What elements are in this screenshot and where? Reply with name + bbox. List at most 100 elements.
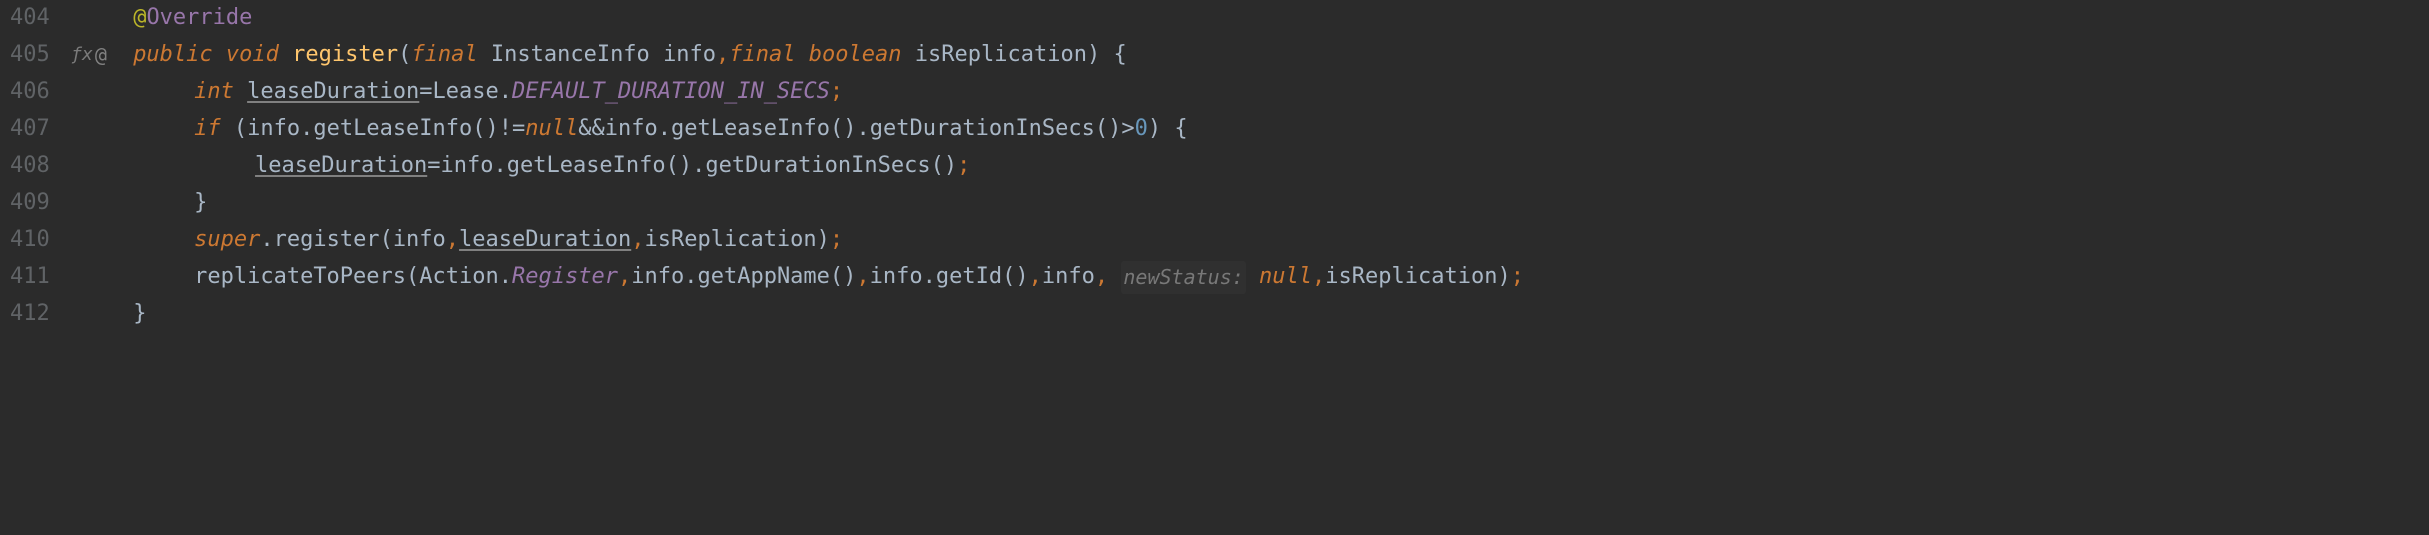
annotation-icon: @ (95, 39, 107, 72)
line-number[interactable]: 411 (10, 259, 52, 296)
line-number[interactable]: 408 (10, 148, 52, 185)
method-getleaseinfo: getLeaseInfo (313, 111, 472, 148)
brace-open: { (1113, 37, 1126, 74)
var-info: info (440, 148, 493, 185)
param-isreplication: isReplication (915, 37, 1087, 74)
line-number[interactable]: 412 (10, 296, 52, 333)
code-line[interactable]: @Override (112, 0, 2429, 37)
keyword-final: final (411, 37, 477, 74)
paren: ) (679, 148, 692, 185)
dot: . (260, 222, 273, 259)
line-number[interactable]: 406 (10, 74, 52, 111)
code-line[interactable]: leaseDuration = info.getLeaseInfo().getD… (112, 148, 2429, 185)
code-line[interactable]: super.register(info, leaseDuration, isRe… (112, 222, 2429, 259)
method-replicatetopeers: replicateToPeers (194, 259, 406, 296)
method-getdurationinsecs: getDurationInSecs (705, 148, 930, 185)
dot: . (499, 74, 512, 111)
keyword-public: public (133, 37, 212, 74)
dot: . (923, 259, 936, 296)
keyword-void: void (226, 37, 279, 74)
dot: . (856, 111, 869, 148)
dot: . (658, 111, 671, 148)
line-number[interactable]: 410 (10, 222, 52, 259)
class-lease: Lease (433, 74, 499, 111)
op-assign: = (427, 148, 440, 185)
inlay-hint-newstatus: newStatus: (1121, 261, 1245, 294)
method-getid: getId (936, 259, 1002, 296)
paren: ) (843, 111, 856, 148)
paren: ( (472, 111, 485, 148)
line-number[interactable]: 404 (10, 0, 52, 37)
dot: . (493, 148, 506, 185)
paren: ) (1497, 259, 1510, 296)
code-area[interactable]: @Override public void register( final In… (108, 0, 2429, 333)
code-line[interactable]: public void register( final InstanceInfo… (112, 37, 2429, 74)
comma: , (1029, 259, 1042, 296)
var-info: info (393, 222, 446, 259)
comma: , (1312, 259, 1325, 296)
comma: , (1095, 259, 1108, 296)
var-leaseduration: leaseDuration (255, 148, 427, 185)
var-isreplication: isReplication (644, 222, 816, 259)
paren: ) (817, 222, 830, 259)
code-line[interactable]: int leaseDuration = Lease.DEFAULT_DURATI… (112, 74, 2429, 111)
dot: . (499, 259, 512, 296)
comma: , (856, 259, 869, 296)
line-number[interactable]: 405 (10, 37, 52, 74)
paren: ) (1148, 111, 1161, 148)
keyword-final: final (729, 37, 795, 74)
op-neq: != (499, 111, 526, 148)
class-action: Action (419, 259, 498, 296)
override-gutter-marker[interactable]: ƒx@ (70, 37, 108, 74)
var-info: info (870, 259, 923, 296)
line-number[interactable]: 409 (10, 185, 52, 222)
keyword-if: if (194, 111, 221, 148)
semicolon: ; (957, 148, 970, 185)
code-line[interactable]: } (112, 185, 2429, 222)
annotation-at: @ (133, 0, 146, 37)
keyword-super: super (194, 222, 260, 259)
paren: ( (234, 111, 247, 148)
code-line[interactable]: } (112, 296, 2429, 333)
var-info: info (631, 259, 684, 296)
comma: , (618, 259, 631, 296)
paren: ( (666, 148, 679, 185)
keyword-int: int (194, 74, 234, 111)
enum-register: Register (512, 259, 618, 296)
paren: ( (830, 111, 843, 148)
line-number[interactable]: 407 (10, 111, 52, 148)
comma: , (446, 222, 459, 259)
semicolon: ; (1511, 259, 1524, 296)
paren: ) (486, 111, 499, 148)
dot: . (692, 148, 705, 185)
semicolon: ; (830, 222, 843, 259)
paren: ( (1002, 259, 1015, 296)
override-annotation: Override (146, 0, 252, 37)
method-getappname: getAppName (697, 259, 829, 296)
brace-open: { (1174, 111, 1187, 148)
dot: . (684, 259, 697, 296)
keyword-null: null (525, 111, 578, 148)
keyword-boolean: boolean (809, 37, 902, 74)
code-editor: 404 405 406 407 408 409 410 411 412 ƒx@ … (0, 0, 2429, 333)
var-leaseduration: leaseDuration (247, 74, 419, 111)
code-line[interactable]: if (info.getLeaseInfo() != null && info.… (112, 111, 2429, 148)
paren: ) (843, 259, 856, 296)
method-getleaseinfo: getLeaseInfo (671, 111, 830, 148)
var-info: info (1042, 259, 1095, 296)
paren: ) (1108, 111, 1121, 148)
paren: ) (944, 148, 957, 185)
code-line[interactable]: replicateToPeers(Action.Register, info.g… (112, 259, 2429, 296)
op-and: && (578, 111, 605, 148)
method-register: register (274, 222, 380, 259)
comma: , (631, 222, 644, 259)
dot: . (300, 111, 313, 148)
var-info: info (247, 111, 300, 148)
keyword-null: null (1259, 259, 1312, 296)
paren: ( (931, 148, 944, 185)
brace-close: } (194, 185, 207, 222)
implements-icon: ƒx (71, 40, 93, 70)
comma: , (716, 37, 729, 74)
op-assign: = (419, 74, 432, 111)
param-info: info (663, 37, 716, 74)
